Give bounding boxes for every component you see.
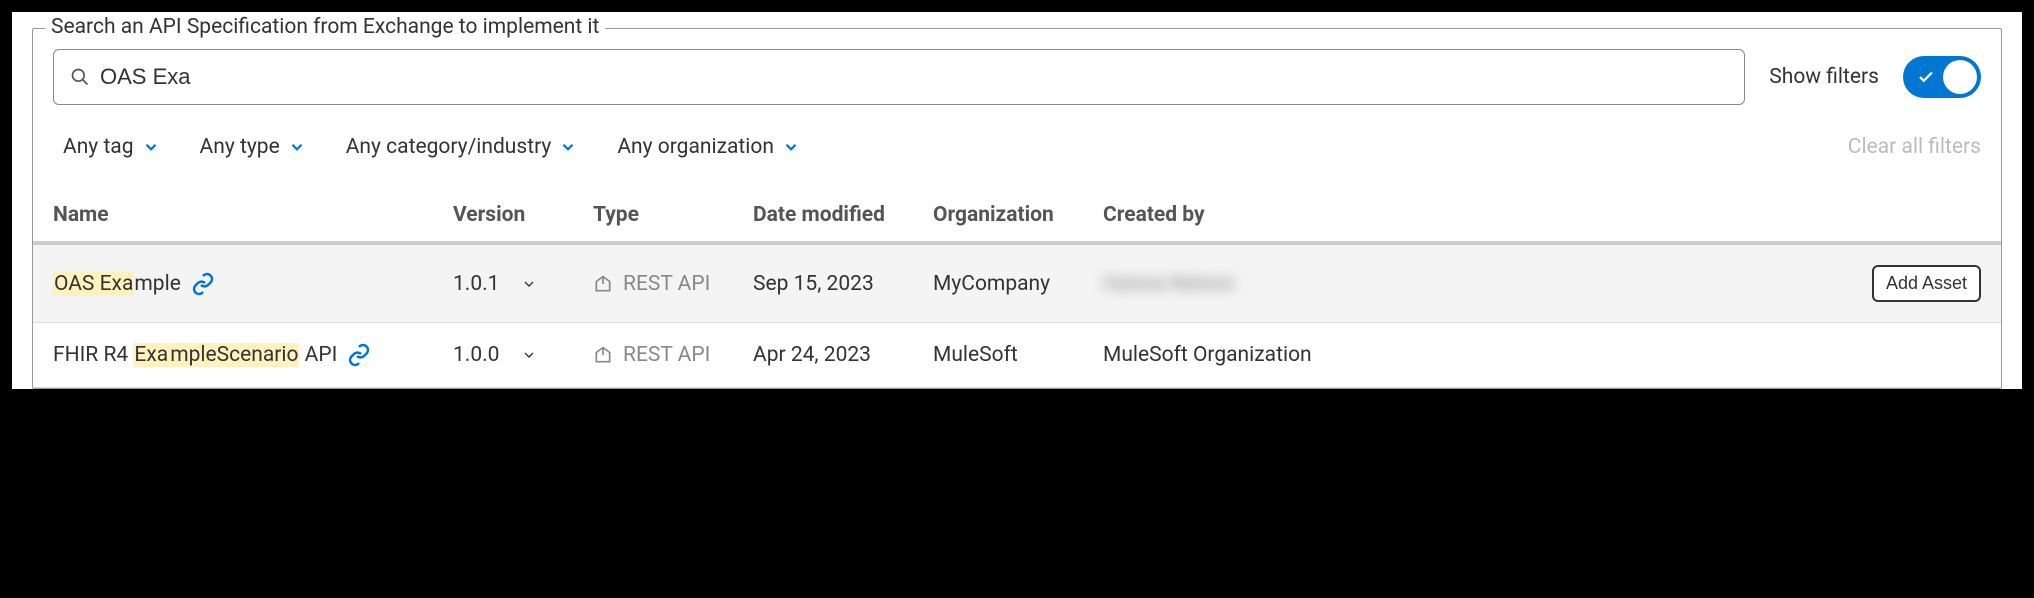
- table-header: Name Version Type Date modified Organiza…: [33, 189, 2001, 245]
- match-highlight: OAS Exa: [53, 272, 134, 296]
- filter-category-label: Any category/industry: [346, 135, 552, 159]
- filter-organization-label: Any organization: [617, 135, 774, 159]
- results-table: Name Version Type Date modified Organiza…: [33, 189, 2001, 388]
- filter-type-dropdown[interactable]: Any type: [200, 135, 306, 159]
- api-icon: [593, 274, 613, 294]
- table-row[interactable]: FHIR R4 ExampleScenario API 1.0.0: [33, 323, 2001, 388]
- chevron-down-icon: [521, 276, 537, 292]
- cell-created-by: MuleSoft Organization: [1103, 343, 1323, 367]
- link-icon[interactable]: [347, 343, 371, 367]
- header-type[interactable]: Type: [593, 203, 753, 227]
- cell-date: Sep 15, 2023: [753, 272, 933, 296]
- clear-all-filters[interactable]: Clear all filters: [1848, 135, 1981, 159]
- show-filters-toggle[interactable]: [1903, 56, 1981, 98]
- show-filters-label: Show filters: [1769, 65, 1879, 89]
- cell-created-by: Hanna Nelson: [1103, 272, 1323, 296]
- filter-tag-label: Any tag: [63, 135, 134, 159]
- cell-org: MuleSoft: [933, 343, 1103, 367]
- chevron-down-icon: [782, 138, 800, 156]
- filter-organization-dropdown[interactable]: Any organization: [617, 135, 800, 159]
- filter-category-dropdown[interactable]: Any category/industry: [346, 135, 578, 159]
- search-box[interactable]: [53, 49, 1745, 105]
- link-icon[interactable]: [191, 272, 215, 296]
- cell-name: OAS Example: [53, 272, 453, 296]
- header-created-by[interactable]: Created by: [1103, 203, 1323, 227]
- cell-type: REST API: [593, 272, 753, 296]
- filter-tag-dropdown[interactable]: Any tag: [63, 135, 160, 159]
- header-date[interactable]: Date modified: [753, 203, 933, 227]
- chevron-down-icon: [521, 347, 537, 363]
- add-asset-button[interactable]: Add Asset: [1872, 265, 1981, 302]
- chevron-down-icon: [142, 138, 160, 156]
- chevron-down-icon: [559, 138, 577, 156]
- match-highlight: mpleScenario: [169, 343, 299, 367]
- toggle-knob: [1943, 60, 1977, 94]
- search-fieldset: Search an API Specification from Exchang…: [32, 28, 2002, 389]
- cell-version[interactable]: 1.0.1: [453, 272, 593, 296]
- fieldset-legend: Search an API Specification from Exchang…: [45, 15, 605, 39]
- check-icon: [1917, 68, 1935, 86]
- cell-version[interactable]: 1.0.0: [453, 343, 593, 367]
- cell-date: Apr 24, 2023: [753, 343, 933, 367]
- table-row[interactable]: OAS Example 1.0.1: [33, 245, 2001, 323]
- match-highlight: Exa: [133, 343, 169, 367]
- header-org[interactable]: Organization: [933, 203, 1103, 227]
- search-icon: [70, 67, 90, 87]
- filter-type-label: Any type: [200, 135, 280, 159]
- search-input[interactable]: [100, 64, 1728, 90]
- header-name[interactable]: Name: [53, 203, 453, 227]
- cell-org: MyCompany: [933, 272, 1103, 296]
- cell-name: FHIR R4 ExampleScenario API: [53, 343, 453, 367]
- header-version[interactable]: Version: [453, 203, 593, 227]
- cell-type: REST API: [593, 343, 753, 367]
- chevron-down-icon: [288, 138, 306, 156]
- api-icon: [593, 345, 613, 365]
